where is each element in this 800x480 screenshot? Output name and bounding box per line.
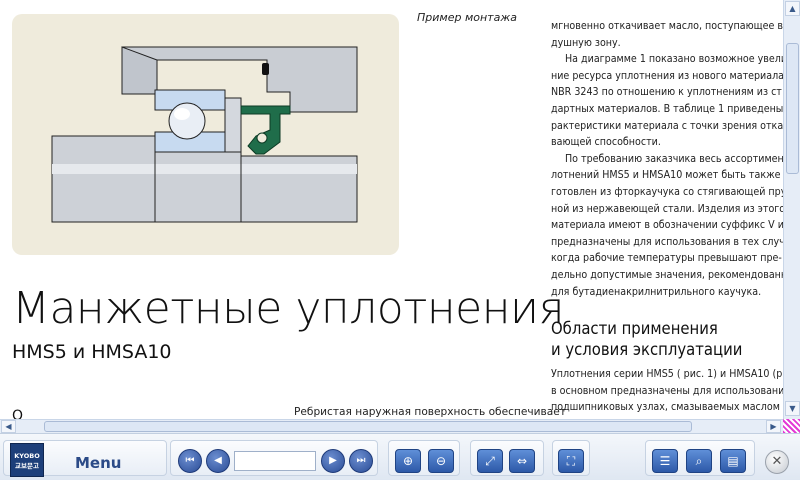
next-page-icon[interactable]: ▶	[321, 449, 345, 473]
body-line: На диаграмме 1 показано возможное увели	[565, 53, 783, 66]
kyobo-logo: KYOBO 교보문고	[10, 443, 44, 477]
viewer-toolbar: KYOBO 교보문고 Menu ⏮ ◀ ▶ ⏭ ⊕ ⊖ ⤢ ⇔ ⛶ ☰ ⌕ ▤ …	[0, 433, 800, 480]
search-document-icon[interactable]: ⌕	[686, 449, 712, 473]
body-line: ной из нержавеющей стали. Изделия из это…	[551, 202, 783, 215]
body-line: мгновенно откачивает масло, поступающее …	[551, 20, 783, 32]
previous-page-icon[interactable]: ◀	[206, 449, 230, 473]
body-line: материала имеют в обозначении суффикс V …	[551, 219, 783, 232]
cut-off-heading: О	[12, 408, 24, 419]
body-line: лотнений HMS5 и HMSA10 может быть также	[551, 169, 781, 182]
body-text-column: мгновенно откачивает масло, поступающее …	[551, 18, 783, 416]
scroll-left-icon[interactable]: ◀	[1, 420, 16, 433]
body-line: готовлен из фторкаучука со стягивающей п…	[551, 185, 783, 198]
fit-width-icon[interactable]: ⇔	[509, 449, 535, 473]
body-line: дартных материалов. В таблице 1 приведен…	[551, 102, 783, 115]
body-line: душную зону.	[551, 36, 621, 49]
section-heading-line: Области применения	[551, 319, 718, 339]
vertical-scroll-thumb[interactable]	[786, 43, 799, 174]
horizontal-scrollbar[interactable]: ◀ ▶	[0, 419, 783, 433]
section-heading-line: и условия эксплуатации	[551, 340, 743, 360]
zoom-out-icon[interactable]: ⊖	[428, 449, 454, 473]
menu-button[interactable]: Menu	[75, 454, 121, 472]
seal-diagram	[51, 46, 358, 223]
mounting-illustration	[12, 14, 399, 255]
last-page-icon[interactable]: ⏭	[349, 449, 373, 473]
body-line: дельно допустимые значения, рекомендован…	[551, 268, 783, 281]
vertical-scrollbar[interactable]: ▲ ▼	[783, 0, 800, 419]
scroll-down-icon[interactable]: ▼	[785, 401, 800, 416]
body-line: NBR 3243 по отношению к уплотнениям из с…	[551, 86, 782, 99]
logo-text-korean: 교보문고	[15, 462, 39, 470]
first-page-icon[interactable]: ⏮	[178, 449, 202, 473]
logo-text: KYOBO	[14, 452, 40, 460]
fullscreen-icon[interactable]: ⛶	[558, 449, 584, 473]
close-icon[interactable]: ✕	[765, 450, 789, 474]
page-icon[interactable]: ▤	[720, 449, 746, 473]
page-subtitle: HMS5 и HMSA10	[12, 341, 172, 363]
body-line: По требованию заказчика весь ассортимент	[565, 152, 783, 165]
body-line: Уплотнения серии HMS5 ( рис. 1) и HMSA10…	[551, 368, 783, 381]
cut-off-text: Ребристая наружная поверхность обеспечив…	[294, 406, 566, 418]
scroll-right-icon[interactable]: ▶	[766, 420, 781, 433]
body-line: для бутадиенакрилнитрильного каучука.	[551, 285, 762, 298]
page-number-input[interactable]	[234, 451, 316, 471]
body-line: когда рабочие температуры превышают пре-	[551, 252, 782, 265]
scroll-up-icon[interactable]: ▲	[785, 1, 800, 16]
body-line: вающей способности.	[551, 136, 661, 149]
body-line: рактеристики материала с точки зрения от…	[551, 119, 783, 132]
figure-caption: Пример монтажа	[417, 11, 517, 24]
fit-page-icon[interactable]: ⤢	[477, 449, 503, 473]
body-line: подшипниковых узлах, смазываемых маслом …	[551, 401, 783, 414]
body-line: в основном предназначены для использован…	[551, 384, 783, 397]
body-line: предназначены для использования в тех сл…	[551, 235, 783, 248]
document-viewport[interactable]: Пример монтажа Манжетные уплотнения HMS5…	[0, 0, 783, 419]
contents-list-icon[interactable]: ☰	[652, 449, 678, 473]
section-heading: Области применения и условия эксплуатаци…	[551, 318, 783, 360]
zoom-in-icon[interactable]: ⊕	[395, 449, 421, 473]
scrollbar-corner	[783, 419, 800, 433]
page-title: Манжетные уплотнения	[12, 283, 565, 334]
horizontal-scroll-thumb[interactable]	[44, 421, 692, 432]
body-line: ние ресурса уплотнения из нового материа…	[551, 69, 783, 82]
